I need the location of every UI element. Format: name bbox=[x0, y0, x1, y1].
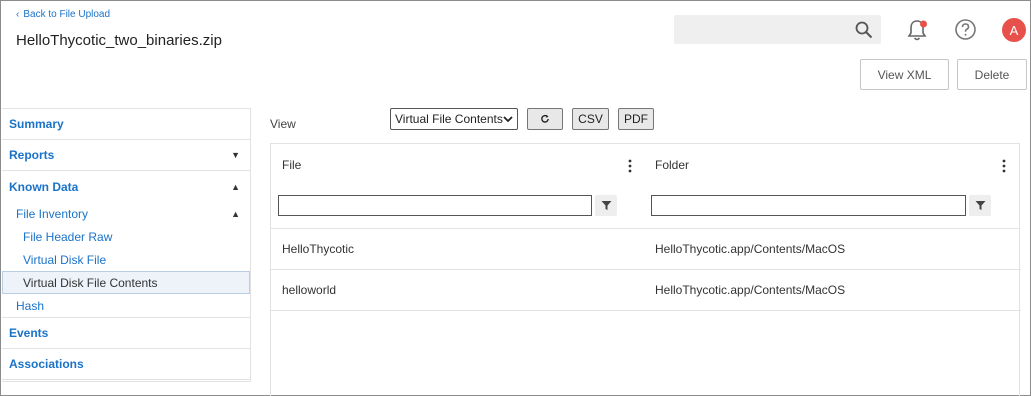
sidebar: Summary Reports ▼ Known Data ▲ File Inve… bbox=[2, 108, 251, 382]
sidebar-item-label: File Inventory bbox=[16, 206, 89, 221]
page-title: HelloThycotic_two_binaries.zip bbox=[16, 32, 222, 49]
refresh-icon bbox=[541, 114, 549, 123]
sidebar-item-file-header-raw[interactable]: File Header Raw bbox=[2, 225, 250, 248]
sidebar-item-label: Summary bbox=[9, 117, 64, 131]
sidebar-item-virtual-disk-file[interactable]: Virtual Disk File bbox=[2, 248, 250, 271]
view-xml-button[interactable]: View XML bbox=[860, 59, 949, 90]
column-menu-icon[interactable] bbox=[627, 158, 633, 174]
caret-up-icon: ▲ bbox=[231, 208, 240, 219]
grid-right-border bbox=[1019, 143, 1020, 396]
pdf-button[interactable]: PDF bbox=[618, 108, 654, 130]
view-select[interactable]: Virtual File Contents bbox=[390, 108, 518, 130]
folder-filter-button[interactable] bbox=[969, 195, 991, 216]
sidebar-item-label: Reports bbox=[9, 148, 55, 162]
sidebar-item-label: Associations bbox=[9, 357, 84, 371]
search-icon[interactable] bbox=[855, 21, 873, 39]
filter-icon bbox=[601, 201, 611, 210]
table-row[interactable]: helloworld HelloThycotic.app/Contents/Ma… bbox=[271, 270, 1021, 311]
cell-file: HelloThycotic bbox=[282, 242, 355, 256]
back-link-label: Back to File Upload bbox=[23, 9, 111, 20]
sidebar-item-hash[interactable]: Hash bbox=[2, 294, 250, 318]
csv-button[interactable]: CSV bbox=[572, 108, 609, 130]
chevron-left-icon: ‹ bbox=[16, 9, 20, 20]
filter-icon bbox=[975, 201, 985, 210]
column-header-file[interactable]: File bbox=[282, 158, 301, 172]
data-grid: File Folder HelloThycotic HelloThycotic.… bbox=[270, 143, 1021, 396]
caret-up-icon: ▲ bbox=[231, 181, 240, 192]
sidebar-item-file-inventory[interactable]: File Inventory ▲ bbox=[2, 202, 250, 225]
refresh-button[interactable] bbox=[527, 108, 563, 130]
view-select-value: Virtual File Contents bbox=[395, 112, 503, 126]
grid-header: File Folder bbox=[271, 143, 1020, 229]
sidebar-item-associations[interactable]: Associations bbox=[2, 349, 250, 380]
sidebar-item-label: Known Data bbox=[9, 179, 79, 194]
sidebar-item-events[interactable]: Events bbox=[2, 318, 250, 349]
notification-bell-icon[interactable] bbox=[906, 18, 928, 42]
caret-down-icon: ▼ bbox=[231, 150, 240, 160]
sidebar-item-label: Hash bbox=[16, 298, 45, 313]
column-menu-icon[interactable] bbox=[1001, 158, 1007, 174]
table-row[interactable]: HelloThycotic HelloThycotic.app/Contents… bbox=[271, 229, 1021, 270]
sidebar-item-summary[interactable]: Summary bbox=[2, 109, 250, 140]
sidebar-item-label: Events bbox=[9, 326, 49, 340]
back-to-file-upload-link[interactable]: ‹ Back to File Upload bbox=[16, 9, 110, 20]
cell-file: helloworld bbox=[282, 283, 337, 297]
search-input[interactable] bbox=[674, 15, 881, 44]
sidebar-item-reports[interactable]: Reports ▼ bbox=[2, 140, 250, 171]
cell-folder: HelloThycotic.app/Contents/MacOS bbox=[655, 283, 846, 297]
chevron-down-icon bbox=[503, 116, 513, 123]
sidebar-item-label: Virtual Disk File Contents bbox=[23, 275, 158, 290]
sidebar-item-label: File Header Raw bbox=[23, 229, 113, 244]
view-label: View bbox=[270, 117, 296, 131]
file-filter-button[interactable] bbox=[595, 195, 617, 216]
column-header-folder[interactable]: Folder bbox=[655, 158, 689, 172]
sidebar-item-known-data[interactable]: Known Data ▲ bbox=[2, 171, 250, 202]
folder-filter-input[interactable] bbox=[651, 195, 966, 216]
avatar[interactable]: A bbox=[1002, 18, 1026, 42]
cell-folder: HelloThycotic.app/Contents/MacOS bbox=[655, 242, 846, 256]
sidebar-item-label: Virtual Disk File bbox=[23, 252, 107, 267]
delete-button[interactable]: Delete bbox=[957, 59, 1027, 90]
sidebar-item-virtual-disk-file-contents[interactable]: Virtual Disk File Contents bbox=[2, 271, 250, 294]
help-icon[interactable] bbox=[954, 18, 977, 41]
file-filter-input[interactable] bbox=[278, 195, 592, 216]
